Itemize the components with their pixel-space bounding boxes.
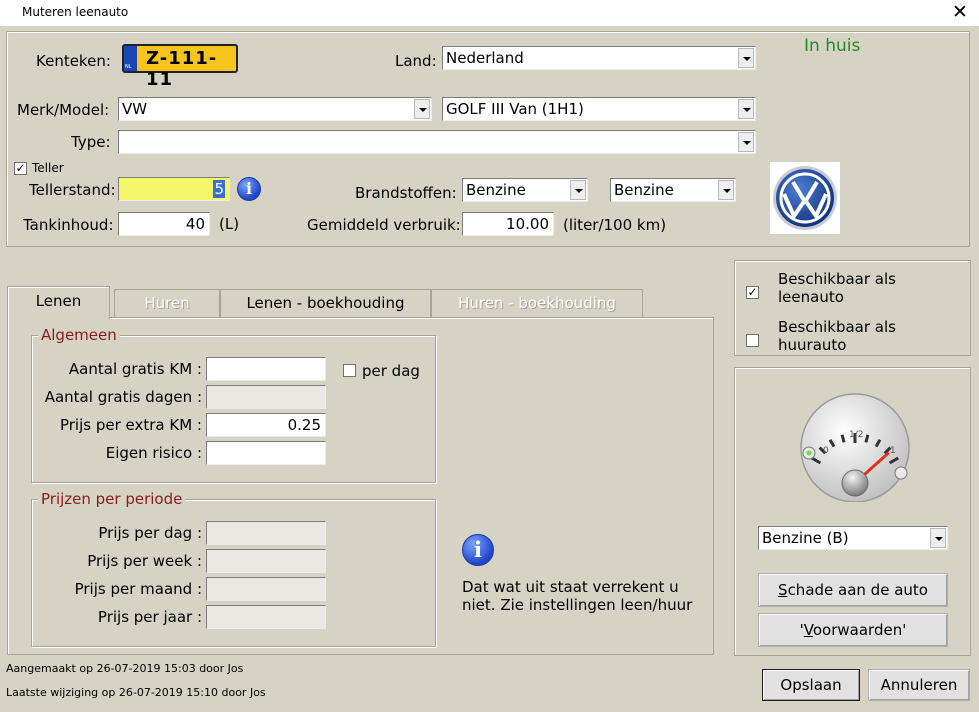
prijs-jaar-label: Prijs per jaar :	[97, 608, 202, 626]
close-icon[interactable]: ✕	[952, 1, 968, 23]
title-bar	[0, 0, 979, 26]
teller-checkbox[interactable]: ✓	[14, 162, 27, 175]
model-value: GOLF III Van (1H1)	[446, 100, 584, 118]
verbruik-input[interactable]: 10.00	[462, 212, 554, 236]
prijs-jaar-input[interactable]	[206, 605, 326, 629]
tab-lenen-boekhouding[interactable]: Lenen - boekhouding	[220, 289, 431, 317]
tellerstand-value: 5	[213, 180, 225, 198]
chevron-down-icon[interactable]	[738, 48, 754, 68]
gauge-half-label: 1/2	[849, 430, 863, 440]
license-plate[interactable]: NL Z-111-11	[122, 44, 238, 90]
gauge-full-label: 1	[890, 446, 896, 456]
chevron-down-icon[interactable]	[930, 528, 946, 548]
eu-flag-icon: NL	[124, 46, 137, 71]
type-label: Type:	[71, 133, 111, 151]
huurauto-label-line1: Beschikbaar als	[778, 318, 896, 336]
algemeen-legend: Algemeen	[38, 326, 120, 344]
chevron-down-icon[interactable]	[570, 180, 586, 200]
chevron-down-icon[interactable]	[738, 132, 754, 152]
voorwaarden-button-accel: V	[803, 621, 813, 639]
tab-huren[interactable]: Huren	[114, 289, 220, 317]
tankinhoud-unit: (L)	[219, 215, 240, 233]
merk-value: VW	[122, 100, 148, 118]
kenteken-label: Kenteken:	[36, 52, 111, 70]
tellerstand-input[interactable]: 5	[118, 177, 230, 201]
leenauto-label-line2: leenauto	[778, 288, 844, 306]
gratis-km-input[interactable]	[206, 357, 326, 381]
voorwaarden-button-label: oorwaarden'	[812, 621, 907, 639]
voorwaarden-button[interactable]: 'Voorwaarden'	[758, 613, 948, 647]
teller-checkbox-label: Teller	[32, 161, 64, 175]
land-select[interactable]: Nederland	[442, 46, 756, 70]
huurauto-label-line2: huurauto	[778, 336, 847, 354]
leenauto-checkbox[interactable]: ✓	[746, 286, 759, 299]
prijs-dag-input[interactable]	[206, 521, 326, 545]
per-dag-label: per dag	[362, 362, 420, 380]
type-select[interactable]	[118, 130, 756, 154]
gratis-km-label: Aantal gratis KM :	[68, 360, 202, 378]
info-icon	[462, 534, 494, 566]
status-text: In huis	[804, 36, 861, 56]
chevron-down-icon[interactable]	[414, 99, 430, 119]
model-select[interactable]: GOLF III Van (1H1)	[442, 97, 756, 121]
verbruik-unit: (liter/100 km)	[563, 216, 667, 234]
eigen-risico-input[interactable]	[206, 441, 326, 465]
prijs-week-input[interactable]	[206, 549, 326, 573]
schade-button-label: chade aan de auto	[787, 581, 928, 599]
land-value: Nederland	[446, 49, 524, 67]
verbruik-label: Gemiddeld verbruik:	[307, 216, 461, 234]
prijs-week-label: Prijs per week :	[87, 552, 202, 570]
prijs-extra-km-label: Prijs per extra KM :	[59, 416, 202, 434]
window-title: Muteren leenauto	[22, 5, 129, 19]
info-note-line1: Dat wat uit staat verrekent u	[462, 578, 679, 596]
gratis-dagen-input[interactable]	[206, 385, 326, 409]
schade-button-accel: S	[778, 581, 788, 599]
merk-model-label: Merk/Model:	[17, 101, 110, 119]
tellerstand-label: Tellerstand:	[29, 181, 116, 199]
brandstoffen-label: Brandstoffen:	[355, 184, 457, 202]
schade-button[interactable]: Schade aan de auto	[758, 573, 948, 607]
cancel-button[interactable]: Annuleren	[868, 669, 970, 701]
chevron-down-icon[interactable]	[718, 180, 734, 200]
prijs-maand-input[interactable]	[206, 577, 326, 601]
modified-text: Laatste wijziging op 26-07-2019 15:10 do…	[6, 686, 266, 699]
huurauto-checkbox[interactable]	[746, 334, 759, 347]
brandstof-1-value: Benzine	[466, 181, 526, 199]
save-button[interactable]: Opslaan	[762, 669, 860, 701]
prijs-extra-km-input[interactable]: 0.25	[206, 413, 326, 437]
gauge-empty-label: 0	[823, 446, 829, 456]
prijs-dag-label: Prijs per dag :	[98, 524, 202, 542]
tankinhoud-input[interactable]: 40	[118, 212, 210, 236]
eigen-risico-label: Eigen risico :	[105, 444, 202, 462]
leenauto-label-line1: Beschikbaar als	[778, 270, 896, 288]
tankinhoud-label: Tankinhoud:	[23, 216, 114, 234]
prijzen-legend: Prijzen per periode	[38, 490, 186, 508]
created-text: Aangemaakt op 26-07-2019 15:03 door Jos	[6, 662, 244, 675]
brandstof-1-select[interactable]: Benzine	[462, 178, 588, 202]
fuel-type-select[interactable]: Benzine (B)	[758, 526, 948, 550]
merk-select[interactable]: VW	[118, 97, 432, 121]
gratis-dagen-label: Aantal gratis dagen :	[44, 388, 202, 406]
plate-country: NL	[125, 64, 132, 70]
brandstof-2-value: Benzine	[614, 181, 674, 199]
info-note-line2: niet. Zie instellingen leen/huur	[462, 596, 693, 614]
vw-logo-icon	[770, 162, 840, 234]
tab-huren-boekhouding[interactable]: Huren - boekhouding	[431, 289, 643, 317]
chevron-down-icon[interactable]	[738, 99, 754, 119]
prijs-maand-label: Prijs per maand :	[74, 580, 202, 598]
brandstof-2-select[interactable]: Benzine	[610, 178, 736, 202]
land-label: Land:	[395, 52, 437, 70]
info-icon[interactable]	[237, 177, 261, 201]
tab-lenen[interactable]: Lenen	[7, 286, 110, 319]
fuel-gauge-icon: 0 1/2 1	[792, 390, 918, 503]
fuel-type-value: Benzine (B)	[762, 529, 849, 547]
per-dag-checkbox[interactable]	[343, 364, 356, 377]
plate-text: Z-111-11	[146, 48, 218, 90]
